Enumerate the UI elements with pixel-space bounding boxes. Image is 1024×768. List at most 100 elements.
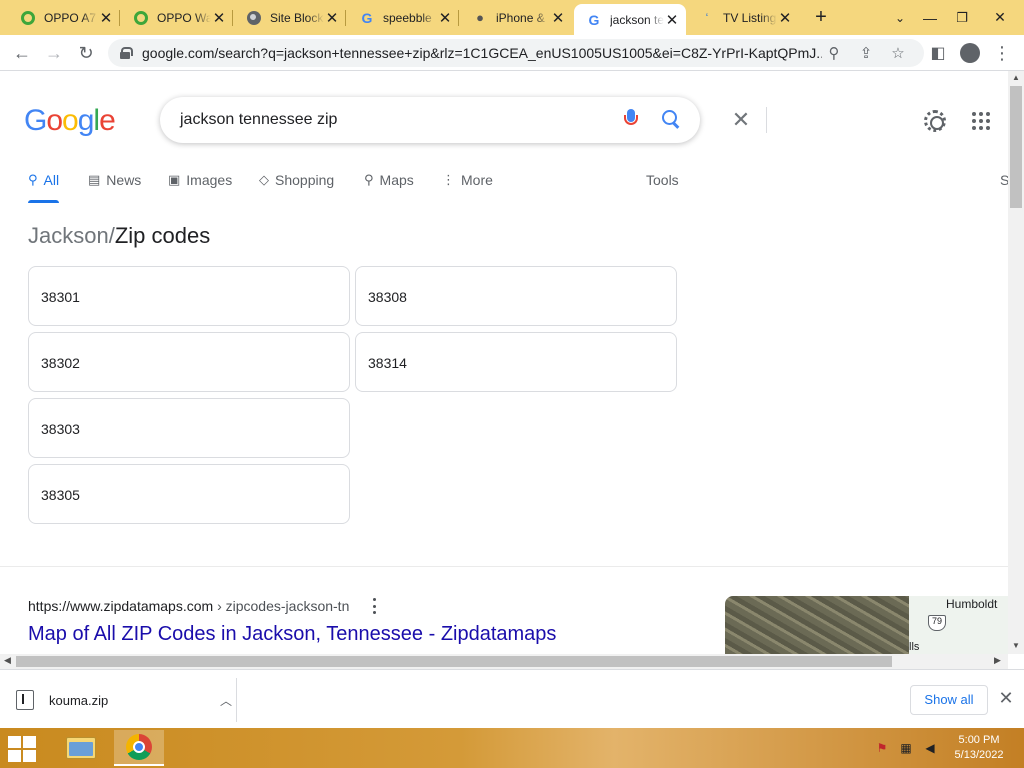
location-icon[interactable]: ⚲: [824, 43, 844, 63]
chrome-taskbar-icon[interactable]: [114, 730, 164, 766]
address-bar[interactable]: google.com/search?q=jackson+tennessee+zi…: [108, 39, 924, 67]
result-menu-icon[interactable]: [370, 598, 378, 614]
result-path: › zipcodes-jackson-tn: [213, 598, 350, 614]
settings-gear-icon[interactable]: [924, 110, 946, 132]
section-divider: [0, 566, 1008, 567]
google-logo[interactable]: Google: [24, 104, 116, 138]
tab-more[interactable]: ⋮ More: [442, 168, 493, 192]
breadcrumb: Jackson/Zip codes: [28, 223, 210, 249]
browser-toolbar: ← → ↻ google.com/search?q=jackson+tennes…: [0, 35, 1024, 71]
result-url[interactable]: https://www.zipdatamaps.com › zipcodes-j…: [28, 598, 349, 614]
more-vert-icon: ⋮: [442, 172, 455, 187]
browser-tab[interactable]: ʻ TV Listing ✕: [687, 0, 799, 35]
back-icon[interactable]: ←: [8, 39, 36, 67]
tab-title: speebble: [383, 10, 432, 25]
result-title-link[interactable]: Map of All ZIP Codes in Jackson, Tenness…: [28, 623, 556, 646]
tab-label: All: [43, 172, 60, 188]
close-tab-icon[interactable]: ✕: [98, 10, 114, 27]
tab-maps[interactable]: ⚲ Maps: [364, 168, 414, 192]
zip-code-chip[interactable]: 38302: [28, 332, 350, 392]
forward-icon[interactable]: →: [40, 39, 68, 67]
close-tab-icon[interactable]: ✕: [664, 12, 680, 29]
file-explorer-icon[interactable]: [56, 730, 106, 766]
tab-shopping[interactable]: ◇ Shopping: [259, 168, 334, 192]
tab-news[interactable]: ▤ News: [88, 168, 141, 192]
tab-title: jackson te: [610, 12, 664, 27]
restore-icon[interactable]: ❐: [942, 0, 982, 35]
vertical-scrollbar[interactable]: ▲ ▼: [1008, 71, 1024, 654]
zip-code-chip[interactable]: 38305: [28, 464, 350, 524]
close-tab-icon[interactable]: ✕: [324, 10, 340, 27]
browser-tab[interactable]: OPPO Wat ✕: [121, 0, 233, 35]
network-icon[interactable]: ▦: [898, 740, 914, 756]
new-tab-button[interactable]: +: [801, 0, 841, 35]
result-thumbnail[interactable]: Humboldt 79 lls: [725, 596, 1008, 654]
close-tab-icon[interactable]: ✕: [437, 10, 453, 27]
tag-icon: ◇: [259, 172, 269, 187]
globe-icon: [246, 10, 262, 26]
volume-muted-icon[interactable]: ◀: [922, 740, 938, 756]
zip-code-chip[interactable]: 38303: [28, 398, 350, 458]
menu-kebab-icon[interactable]: ⋮: [988, 39, 1016, 67]
google-apps-icon[interactable]: [972, 112, 990, 130]
close-window-icon[interactable]: ✕: [980, 0, 1020, 35]
close-tab-icon[interactable]: ✕: [211, 10, 227, 27]
map-pin-icon: ⚲: [364, 172, 374, 187]
close-tab-icon[interactable]: ✕: [550, 10, 566, 27]
zip-code-chip[interactable]: 38301: [28, 266, 350, 326]
tab-label: Shopping: [275, 172, 335, 188]
close-tab-icon[interactable]: ✕: [777, 10, 793, 27]
lock-icon: [120, 47, 133, 59]
side-panel-icon[interactable]: ◧: [924, 39, 952, 67]
search-input[interactable]: jackson tennessee zip: [180, 111, 337, 129]
taskbar-clock[interactable]: 5:00 PM 5/13/2022: [948, 733, 1010, 763]
zip-code-chip[interactable]: 38314: [355, 332, 677, 392]
tab-all[interactable]: ⚲ All: [28, 168, 60, 203]
show-all-button[interactable]: Show all: [910, 685, 988, 715]
scroll-left-icon[interactable]: ◀: [4, 655, 11, 666]
tab-label: Images: [186, 172, 233, 188]
browser-tab[interactable]: Site Block ✕: [234, 0, 346, 35]
clear-search-icon[interactable]: ✕: [729, 107, 753, 132]
tab-images[interactable]: ▣ Images: [168, 168, 232, 192]
chevron-up-icon[interactable]: ︿: [216, 692, 236, 709]
search-icon: ⚲: [28, 172, 38, 187]
search-box[interactable]: jackson tennessee zip ✕: [160, 97, 767, 143]
voice-search-icon[interactable]: [624, 109, 638, 131]
tab-title: iPhone &: [496, 10, 545, 25]
url-text[interactable]: google.com/search?q=jackson+tennessee+zi…: [142, 45, 822, 61]
breadcrumb-place[interactable]: Jackson: [28, 223, 109, 248]
zip-file-icon: [16, 690, 34, 710]
share-icon[interactable]: ⇪: [856, 43, 876, 63]
browser-tab[interactable]: OPPO A7 ✕: [8, 0, 120, 35]
tools-button[interactable]: Tools: [646, 172, 679, 188]
zip-code-chip[interactable]: 38308: [355, 266, 677, 326]
shelf-divider: [236, 678, 237, 722]
scrollbar-thumb[interactable]: [16, 656, 892, 667]
scroll-down-icon[interactable]: ▼: [1012, 641, 1020, 650]
windows-start-icon[interactable]: [8, 736, 38, 762]
browser-tab[interactable]: ● iPhone & ✕: [460, 0, 572, 35]
tab-label: News: [106, 172, 142, 188]
search-icon[interactable]: [662, 110, 682, 130]
scroll-right-icon[interactable]: ▶: [994, 655, 1001, 666]
download-file-name: kouma.zip: [49, 692, 109, 708]
satellite-image: [725, 596, 909, 654]
download-item[interactable]: kouma.zip ︿: [16, 688, 236, 712]
search-divider: [766, 107, 767, 133]
profile-icon[interactable]: [956, 39, 984, 67]
tab-title: Site Block: [270, 10, 324, 25]
scroll-up-icon[interactable]: ▲: [1012, 73, 1020, 82]
route-shield: 79: [928, 615, 946, 631]
scrollbar-thumb[interactable]: [1010, 86, 1022, 208]
download-shelf: kouma.zip ︿ Show all ✕: [0, 669, 1024, 728]
bookmark-star-icon[interactable]: ☆: [888, 43, 908, 63]
tab-title: OPPO Wat: [157, 10, 211, 25]
horizontal-scrollbar[interactable]: ◀ ▶: [0, 654, 1008, 669]
browser-tab-active[interactable]: G jackson te ✕: [574, 4, 686, 35]
browser-tab[interactable]: G speebble ✕: [347, 0, 459, 35]
apple-icon: ●: [476, 10, 484, 25]
close-shelf-icon[interactable]: ✕: [996, 688, 1016, 710]
reload-icon[interactable]: ↻: [72, 39, 100, 67]
action-center-flag-icon[interactable]: ⚑: [874, 740, 890, 756]
